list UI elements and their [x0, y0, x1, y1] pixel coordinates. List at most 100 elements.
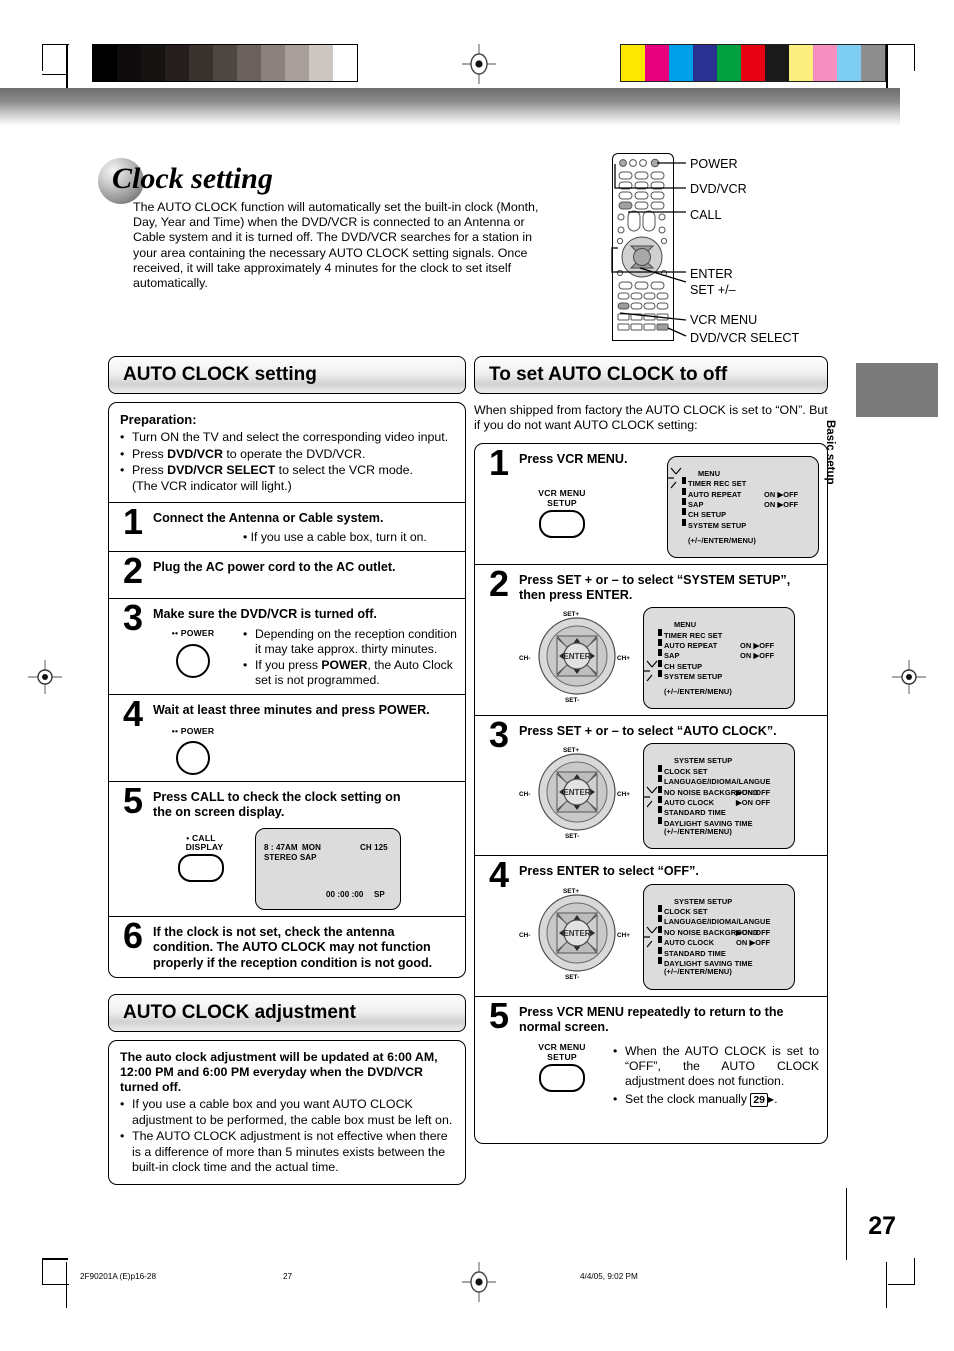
gray-swatch: [285, 45, 309, 81]
call-key-graphic: • CALL DISPLAY: [153, 828, 249, 883]
step-bullet-text: When the AUTO CLOCK is set to “OFF”, the…: [625, 1044, 819, 1089]
osd-row-marker: [658, 764, 662, 772]
registration-crosshair-top-icon: [462, 44, 496, 84]
step-number: 1: [122, 501, 144, 543]
dpad-icon[interactable]: ENTER: [537, 752, 617, 832]
osd-row-value[interactable]: ON ▶OFF: [736, 935, 770, 950]
step-number: 3: [122, 597, 144, 639]
step-6: 6 If the clock is not set, check the ant…: [109, 916, 465, 977]
step-5: 5 Press CALL to check the clock setting …: [109, 779, 465, 916]
call-key-label: • CALL DISPLAY: [185, 833, 224, 853]
osd-row-label[interactable]: SYSTEM SETUP: [664, 669, 722, 684]
dpad-wrapper[interactable]: SET+ SET- CH- CH+ ENTER: [519, 884, 637, 981]
step-body: Press SET + or – to select “SYSTEM SETUP…: [519, 569, 819, 710]
color-swatch: [669, 45, 693, 81]
vcr-menu-key-label: VCR MENU SETUP: [538, 1042, 586, 1062]
bullet-icon: •: [120, 463, 125, 478]
bullet-icon: •: [120, 1129, 125, 1144]
step5-bullets: • When the AUTO CLOCK is set to “OFF”, th…: [613, 1043, 819, 1108]
auto-clock-setting-box: Preparation: • Turn ON the TV and select…: [108, 402, 466, 978]
osd-menu-step1: MENU TIMER REC SET AUTO REPEAT ON ▶OFF SAP ON…: [667, 455, 819, 558]
dpad-wrapper[interactable]: SET+ SET- CH- CH+ ENTER: [519, 607, 637, 704]
step-body: Press VCR MENU. VCR MENU SETUP MENU TIMER…: [519, 448, 819, 558]
bullet-icon: •: [120, 446, 125, 461]
step-2: 2 Plug the AC power cord to the AC outle…: [109, 551, 465, 598]
registration-crosshair-bottom-icon: [462, 1262, 496, 1302]
svg-text:ENTER: ENTER: [563, 929, 590, 938]
osd-counter: 00 :00 :00: [326, 890, 364, 900]
registration-mark-left-icon: [28, 660, 62, 694]
step-number: 6: [122, 915, 144, 957]
bullet-icon: •: [243, 658, 248, 673]
color-swatch: [621, 45, 645, 81]
osd-row-value[interactable]: ON ▶OFF: [740, 648, 774, 663]
dpad-icon[interactable]: ENTER: [537, 616, 617, 696]
step-number: 3: [488, 714, 510, 756]
power-button-icon: [176, 740, 210, 775]
preparation-item: • Press DVD/VCR to operate the DVD/VCR.: [120, 447, 454, 462]
svg-text:ENTER: ENTER: [563, 652, 590, 661]
off-step-1: 1 Press VCR MENU. VCR MENU SETUP MENU TIM…: [475, 444, 827, 564]
adjustment-item: • The AUTO CLOCK adjustment is not effect…: [120, 1129, 454, 1175]
preparation-heading: Preparation:: [120, 412, 197, 427]
step-number: 5: [122, 779, 144, 821]
crop-mark-top-left: [42, 44, 69, 71]
section-header-set-auto-clock-off: To set AUTO CLOCK to off: [474, 356, 828, 394]
step-title: If the clock is not set, check the anten…: [153, 925, 433, 970]
gray-swatch: [261, 45, 285, 81]
osd-row-marker: [658, 816, 662, 824]
callout-leader-lines: [611, 162, 687, 337]
osd-system-setup-step4: SYSTEM SETUP CLOCK SET LANGUAGE/IDIOMA/LAN…: [643, 883, 795, 990]
step-bullets: • Depending on the reception condition it…: [243, 626, 457, 688]
left-column: AUTO CLOCK setting Preparation: • Turn O…: [108, 356, 466, 1185]
footer-page: 27: [283, 1272, 293, 1281]
color-swatch: [741, 45, 765, 81]
osd-row-marker: [658, 649, 662, 657]
bullet-icon: •: [120, 430, 125, 445]
trim-rule-right: [886, 44, 888, 90]
dpad-icon[interactable]: ENTER: [537, 893, 617, 973]
osd-system-setup-step3: SYSTEM SETUP CLOCK SET LANGUAGE/IDIOMA/LAN…: [643, 743, 795, 850]
adjustment-heading: The auto clock adjustment will be update…: [120, 1049, 438, 1095]
osd-cursor-icon: [644, 659, 664, 687]
osd-row-label[interactable]: SYSTEM SETUP: [688, 518, 746, 533]
step-body: Connect the Antenna or Cable system. • I…: [153, 507, 457, 545]
registration-mark-right-icon: [892, 660, 926, 694]
color-swatch: [861, 45, 885, 81]
step-number: 5: [488, 994, 510, 1036]
adjustment-item-text: The AUTO CLOCK adjustment is not effecti…: [132, 1129, 448, 1175]
osd-row-marker: [658, 957, 662, 965]
step-title: Press ENTER to select “OFF”.: [519, 864, 699, 879]
step-4: 4 Wait at least three minutes and press …: [109, 694, 465, 780]
footer-rule-left: [66, 1262, 68, 1308]
gray-swatch: [189, 45, 213, 81]
adjustment-item-text: If you use a cable box and you want AUTO…: [132, 1097, 453, 1127]
dpad-wrapper[interactable]: SET+ SET- CH- CH+ ENTER: [519, 743, 637, 840]
osd-channel: CH 125: [360, 843, 388, 853]
osd-row-marker: [658, 915, 662, 923]
power-button-icon: [176, 643, 210, 678]
step-1: 1 Connect the Antenna or Cable system. •…: [109, 502, 465, 551]
color-swatch: [693, 45, 717, 81]
side-tab-label: Basic setup: [824, 420, 836, 485]
right-intro: When shipped from factory the AUTO CLOCK…: [474, 403, 828, 433]
adjustment-block: The auto clock adjustment will be update…: [109, 1041, 465, 1184]
gray-swatch: [117, 45, 141, 81]
side-tab-block: [856, 363, 938, 417]
step-title: Press CALL to check the clock setting on…: [153, 789, 401, 820]
section-header-auto-clock-adjustment: AUTO CLOCK adjustment: [108, 993, 466, 1032]
preparation-item-text: Press DVD/VCR to operate the DVD/VCR.: [132, 446, 366, 461]
callout-power: POWER: [690, 157, 738, 171]
off-step-4: 4 Press ENTER to select “OFF”. SET+ SET- C…: [475, 855, 827, 995]
color-swatch: [813, 45, 837, 81]
vcr-menu-key-graphic: VCR MENU SETUP: [519, 488, 605, 539]
osd-row-value[interactable]: ▶ON OFF: [736, 795, 770, 810]
step-number: 2: [488, 562, 510, 604]
page-reference-badge[interactable]: 29: [750, 1093, 769, 1108]
osd-row-marker: [682, 518, 686, 526]
osd-row-value[interactable]: ON ▶OFF: [764, 497, 798, 512]
set-auto-clock-off-box: 1 Press VCR MENU. VCR MENU SETUP MENU TIM…: [474, 442, 828, 1144]
dpad-ch-plus-label: CH+: [617, 791, 630, 799]
step-title: Press SET + or – to select “AUTO CLOCK”.: [519, 724, 777, 739]
callout-vcr-menu: VCR MENU: [690, 313, 758, 327]
